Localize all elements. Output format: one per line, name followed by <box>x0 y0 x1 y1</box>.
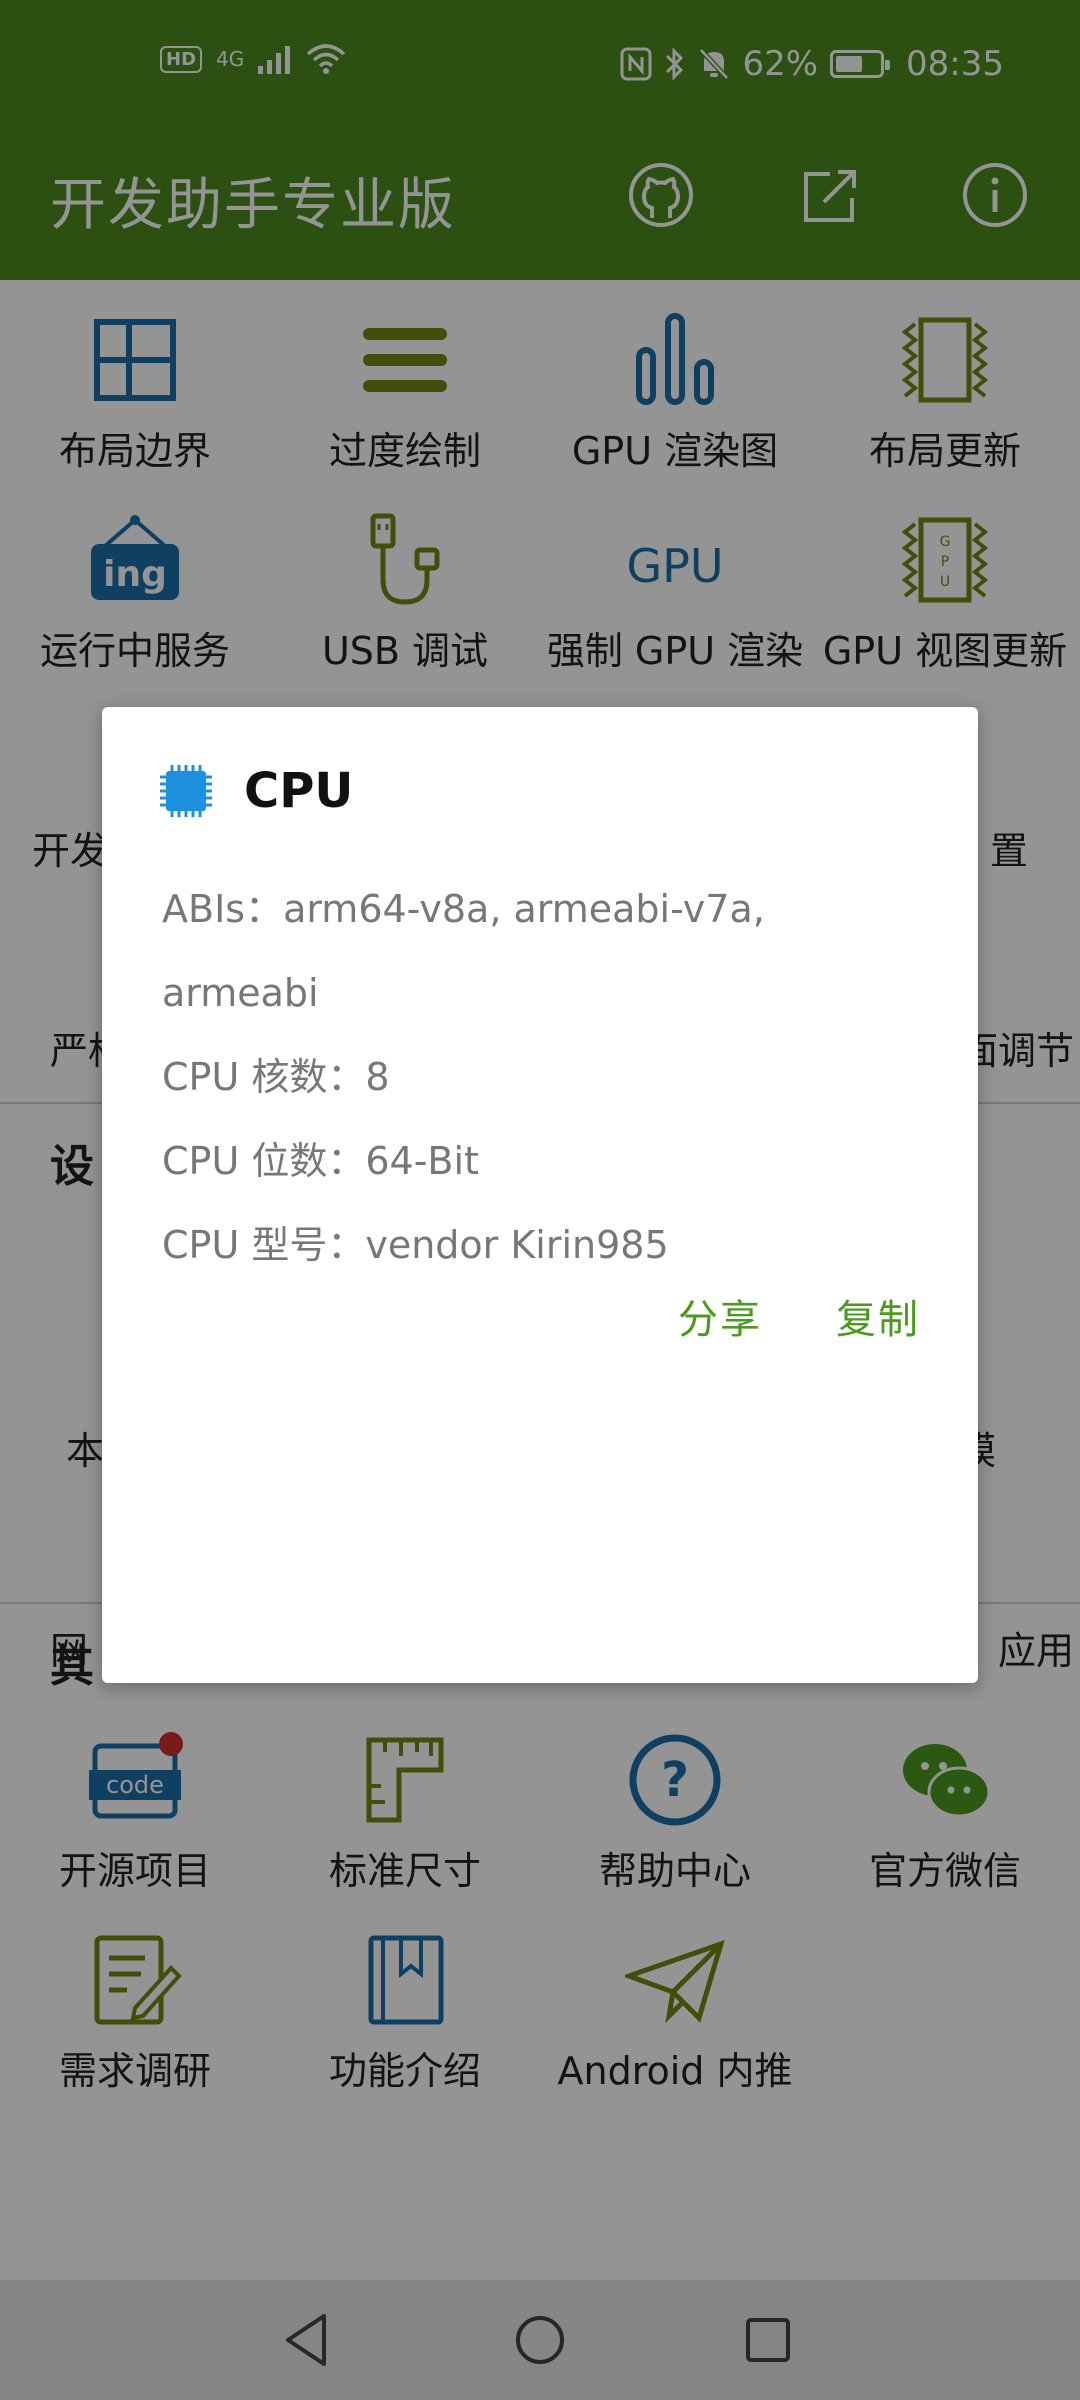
dialog-body: ABIs：arm64-v8a, armeabi-v7a, armeabi CPU… <box>162 867 942 1287</box>
cpu-cores-line: CPU 核数：8 <box>162 1055 390 1099</box>
dialog-header: CPU <box>158 763 353 819</box>
cpu-info-dialog: CPU ABIs：arm64-v8a, armeabi-v7a, armeabi… <box>102 707 978 1683</box>
dialog-title: CPU <box>244 763 354 819</box>
cpu-model-line: CPU 型号：vendor Kirin985 <box>162 1223 669 1267</box>
abis-line-continued: armeabi <box>162 971 319 1015</box>
cpu-chip-icon <box>160 765 212 817</box>
abis-line: ABIs：arm64-v8a, armeabi-v7a, <box>162 887 765 931</box>
copy-button[interactable]: 复制 <box>836 1287 920 1345</box>
share-button[interactable]: 分享 <box>678 1287 762 1345</box>
cpu-bits-line: CPU 位数：64-Bit <box>162 1139 479 1183</box>
dialog-actions: 分享 复制 <box>678 1287 920 1345</box>
